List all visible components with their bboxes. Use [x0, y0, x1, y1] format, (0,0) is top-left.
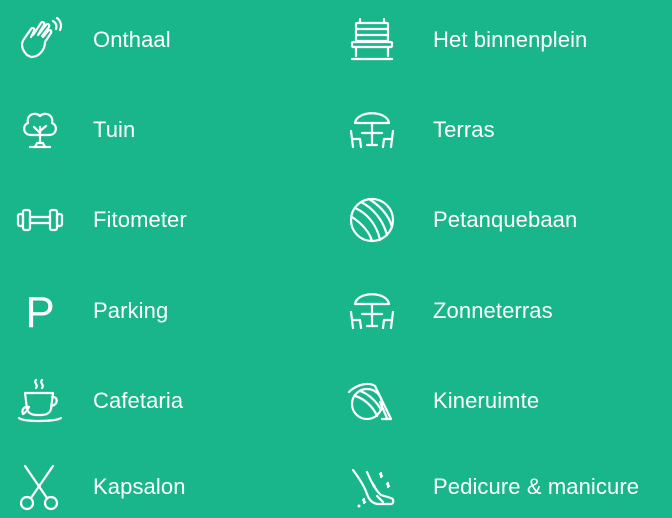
terrace-table-umbrella-icon — [346, 285, 398, 337]
facility-label: Pedicure & manicure — [433, 474, 640, 499]
facility-label: Tuin — [93, 117, 136, 142]
facility-label: Cafetaria — [93, 388, 184, 413]
dumbbell-icon — [14, 194, 66, 246]
bench-icon — [346, 14, 398, 66]
facility-zonneterras: Zonneterras — [346, 281, 553, 341]
facility-label: Terras — [433, 117, 495, 142]
facility-petanquebaan: Petanquebaan — [346, 190, 577, 250]
facility-label: Petanquebaan — [433, 207, 578, 232]
facility-cafetaria: Cafetaria — [14, 371, 183, 431]
facility-kineruimte: Kineruimte — [346, 371, 539, 431]
facility-label: Parking — [93, 298, 169, 323]
waving-hand-icon — [14, 14, 66, 66]
parking-symbol: P — [25, 288, 54, 337]
facility-fitometer: Fitometer — [14, 190, 187, 250]
petanque-ball-icon — [346, 194, 398, 246]
tree-icon — [14, 104, 66, 156]
facility-label: Kapsalon — [93, 474, 186, 499]
facility-label: Fitometer — [93, 207, 187, 232]
therapy-ball-icon — [346, 375, 398, 427]
parking-icon: P — [14, 285, 66, 337]
facility-label: Het binnenplein — [433, 27, 588, 52]
facility-label: Onthaal — [93, 27, 171, 52]
terrace-table-umbrella-icon — [346, 104, 398, 156]
facility-onthaal: Onthaal — [14, 10, 171, 70]
facility-label: Zonneterras — [433, 298, 553, 323]
facility-terras: Terras — [346, 100, 495, 160]
scissors-icon — [14, 461, 66, 513]
facility-parking: P Parking — [14, 281, 168, 341]
coffee-cup-icon — [14, 375, 66, 427]
facility-tuin: Tuin — [14, 100, 135, 160]
foot-care-icon — [346, 461, 398, 513]
facility-kapsalon: Kapsalon — [14, 457, 186, 517]
facility-label: Kineruimte — [433, 388, 540, 413]
facility-pedicure-manicure: Pedicure & manicure — [346, 457, 639, 517]
facility-het-binnenplein: Het binnenplein — [346, 10, 587, 70]
